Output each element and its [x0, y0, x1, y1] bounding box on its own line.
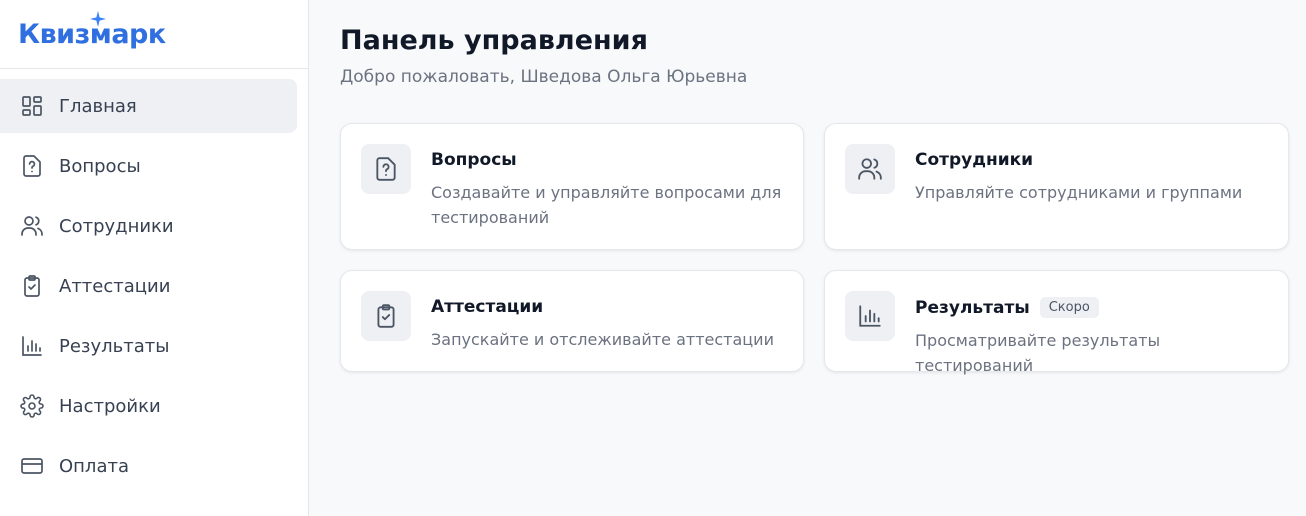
- card-title: Сотрудники: [915, 150, 1268, 170]
- grid-icon: [20, 94, 44, 118]
- main-content: Панель управления Добро пожаловать, Швед…: [340, 0, 1289, 375]
- sidebar-item-results[interactable]: Результаты: [0, 319, 297, 373]
- page-title: Панель управления: [340, 25, 648, 56]
- logo[interactable]: Квизмарк: [18, 10, 166, 48]
- card-title-text: Аттестации: [431, 297, 544, 317]
- sidebar-item-label: Аттестации: [59, 275, 171, 297]
- card-body: Результаты Скоро Просматривайте результа…: [915, 297, 1268, 378]
- bar-chart-icon: [20, 334, 44, 358]
- card-icon-box: [845, 144, 895, 194]
- page-subtitle: Добро пожаловать, Шведова Ольга Юрьевна: [340, 67, 748, 88]
- card-icon-box: [361, 144, 411, 194]
- card-title: Вопросы: [431, 150, 783, 170]
- sidebar-item-label: Главная: [59, 95, 137, 117]
- logo-area: Квизмарк: [0, 0, 308, 69]
- users-icon: [858, 158, 882, 180]
- card-icon-box: [845, 291, 895, 341]
- card-attestations[interactable]: Аттестации Запускайте и отслеживайте атт…: [340, 270, 804, 372]
- card-title-text: Сотрудники: [915, 150, 1034, 170]
- clipboard-check-icon: [20, 274, 44, 298]
- sidebar-item-label: Вопросы: [59, 155, 141, 177]
- sidebar-item-payment[interactable]: Оплата: [0, 439, 297, 493]
- sidebar-item-home[interactable]: Главная: [0, 79, 297, 133]
- sparkle-icon: [90, 10, 106, 27]
- sidebar-item-label: Результаты: [59, 335, 170, 357]
- card-title: Результаты Скоро: [915, 297, 1268, 318]
- card-results[interactable]: Результаты Скоро Просматривайте результа…: [824, 270, 1289, 375]
- sidebar-item-questions[interactable]: Вопросы: [0, 139, 297, 193]
- clipboard-check-icon: [377, 304, 395, 328]
- question-file-icon: [20, 154, 44, 178]
- card-icon-box: [361, 291, 411, 341]
- card-title-text: Вопросы: [431, 150, 517, 170]
- card-description: Просматривайте результаты тестирований: [915, 331, 1161, 375]
- card-description: Управляйте сотрудниками и группами: [915, 183, 1243, 202]
- card-body: Сотрудники Управляйте сотрудниками и гру…: [915, 150, 1268, 205]
- coming-soon-badge: Скоро: [1039, 297, 1099, 318]
- question-file-icon: [376, 157, 396, 181]
- card-body: Вопросы Создавайте и управляйте вопросам…: [431, 150, 783, 230]
- sidebar-item-settings[interactable]: Настройки: [0, 379, 297, 433]
- sidebar-item-employees[interactable]: Сотрудники: [0, 199, 297, 253]
- card-description: Запускайте и отслеживайте аттестации: [431, 330, 774, 349]
- card-title-text: Результаты: [915, 297, 1030, 318]
- sidebar-nav: Главная Вопросы Сотрудники Аттестации Ре…: [0, 69, 308, 493]
- bar-chart-icon: [859, 305, 881, 327]
- users-icon: [20, 214, 44, 238]
- sidebar-item-label: Оплата: [59, 455, 129, 477]
- credit-card-icon: [20, 454, 44, 478]
- sidebar-item-label: Сотрудники: [59, 215, 174, 237]
- gear-icon: [20, 394, 44, 418]
- sidebar-item-label: Настройки: [59, 395, 161, 417]
- sidebar: Квизмарк Главная Вопросы Сотрудники Атте…: [0, 0, 309, 516]
- card-questions[interactable]: Вопросы Создавайте и управляйте вопросам…: [340, 123, 804, 250]
- card-body: Аттестации Запускайте и отслеживайте атт…: [431, 297, 783, 352]
- card-title: Аттестации: [431, 297, 783, 317]
- sidebar-item-attestations[interactable]: Аттестации: [0, 259, 297, 313]
- card-employees[interactable]: Сотрудники Управляйте сотрудниками и гру…: [824, 123, 1289, 250]
- card-description: Создавайте и управляйте вопросами для те…: [431, 183, 782, 227]
